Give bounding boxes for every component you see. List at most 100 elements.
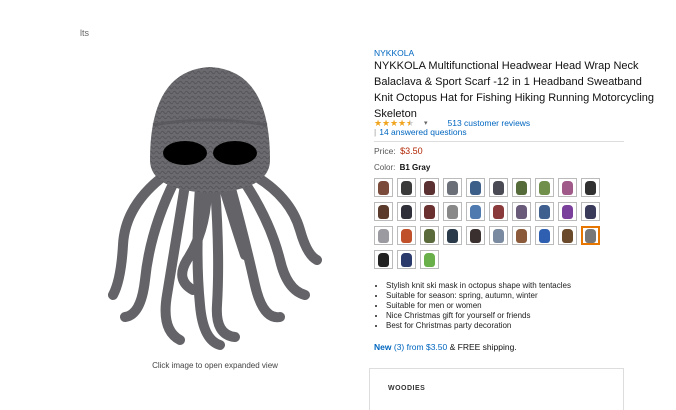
brand-link[interactable]: NYKKOLA [374,48,414,58]
swatch-thumbnail [516,228,527,243]
divider [374,141,624,142]
color-swatch[interactable] [374,178,393,197]
color-swatch[interactable] [374,226,393,245]
price-value: $3.50 [400,146,423,156]
color-swatch[interactable] [489,202,508,221]
swatch-thumbnail [562,228,573,243]
color-swatch[interactable] [397,178,416,197]
color-swatch[interactable] [397,202,416,221]
separator: | [374,127,377,137]
color-swatch[interactable] [535,226,554,245]
color-row: Color: B1 Gray [374,163,430,172]
swatch-thumbnail [401,204,412,219]
half-star-icon: ★ [406,117,415,128]
swatch-thumbnail [562,180,573,195]
selected-color-value: B1 Gray [399,163,431,172]
color-swatch[interactable] [558,178,577,197]
swatch-thumbnail [585,228,596,243]
swatch-thumbnail [562,204,573,219]
answered-questions: | 14 answered questions [374,127,467,137]
color-swatch[interactable] [558,226,577,245]
customer-reviews-link[interactable]: 513 customer reviews [448,118,531,128]
swatch-thumbnail [470,180,481,195]
color-swatch-grid [374,178,614,269]
swatch-thumbnail [539,204,550,219]
swatch-thumbnail [539,180,550,195]
product-image[interactable] [95,55,325,355]
page-fragment-text: lts [80,28,89,38]
color-swatch[interactable] [581,202,600,221]
swatch-thumbnail [424,228,435,243]
color-swatch[interactable] [535,202,554,221]
color-swatch[interactable] [466,202,485,221]
feature-bullets: Stylish knit ski mask in octopus shape w… [374,281,571,331]
swatch-thumbnail [447,204,458,219]
swatch-thumbnail [585,180,596,195]
buy-box-label: WOODIES [388,385,426,392]
swatch-thumbnail [401,180,412,195]
swatch-thumbnail [516,204,527,219]
color-swatch[interactable] [374,250,393,269]
new-offers-link[interactable]: (3) from $3.50 [394,342,447,352]
color-swatch[interactable] [420,250,439,269]
star-icon: ★ [398,117,407,128]
swatch-thumbnail [493,204,504,219]
color-swatch[interactable] [397,226,416,245]
color-swatch[interactable] [512,202,531,221]
product-title: NYKKOLA Multifunctional Headwear Head Wr… [374,60,655,120]
color-swatch[interactable] [512,178,531,197]
color-swatch[interactable] [512,226,531,245]
swatch-thumbnail [378,204,389,219]
shipping-text: & FREE shipping. [449,342,517,352]
color-swatch[interactable] [443,226,462,245]
color-swatch[interactable] [397,250,416,269]
color-swatch[interactable] [443,202,462,221]
new-offers-label[interactable]: New [374,342,391,352]
color-swatch[interactable] [489,178,508,197]
swatch-thumbnail [447,228,458,243]
color-swatch[interactable] [420,226,439,245]
star-icon: ★ [374,117,383,128]
color-swatch[interactable] [489,226,508,245]
swatch-thumbnail [447,180,458,195]
answered-questions-link[interactable]: 14 answered questions [379,127,466,137]
swatch-thumbnail [378,228,389,243]
swatch-thumbnail [585,204,596,219]
swatch-thumbnail [516,180,527,195]
feature-bullet: Suitable for season: spring, autumn, win… [386,291,571,301]
color-label: Color: [374,163,396,172]
color-swatch[interactable] [535,178,554,197]
swatch-thumbnail [424,204,435,219]
star-icon: ★ [390,117,399,128]
color-swatch[interactable] [420,202,439,221]
star-icon: ★ [382,117,391,128]
swatch-thumbnail [401,228,412,243]
image-caption: Click image to open expanded view [152,361,278,370]
feature-bullet: Suitable for men or women [386,301,571,311]
feature-bullet: Nice Christmas gift for yourself or frie… [386,311,571,321]
color-swatch[interactable] [558,202,577,221]
swatch-thumbnail [378,252,389,267]
swatch-thumbnail [424,252,435,267]
swatch-thumbnail [424,180,435,195]
octopus-hat-image [108,67,322,350]
swatch-thumbnail [470,204,481,219]
color-swatch[interactable] [581,226,600,245]
swatch-thumbnail [401,252,412,267]
swatch-thumbnail [493,228,504,243]
price-row: Price: $3.50 [374,146,423,156]
swatch-thumbnail [378,180,389,195]
color-swatch[interactable] [374,202,393,221]
offers-row: New (3) from $3.50 & FREE shipping. [374,342,517,352]
swatch-thumbnail [539,228,550,243]
price-label: Price: [374,146,396,156]
star-rating[interactable]: ★ ★ ★ ★ ★ [374,117,415,128]
chevron-down-icon[interactable]: ▾ [424,119,428,127]
color-swatch[interactable] [466,178,485,197]
color-swatch[interactable] [466,226,485,245]
color-swatch[interactable] [581,178,600,197]
feature-bullet: Best for Christmas party decoration [386,321,571,331]
color-swatch[interactable] [443,178,462,197]
color-swatch[interactable] [420,178,439,197]
feature-bullet: Stylish knit ski mask in octopus shape w… [386,281,571,291]
